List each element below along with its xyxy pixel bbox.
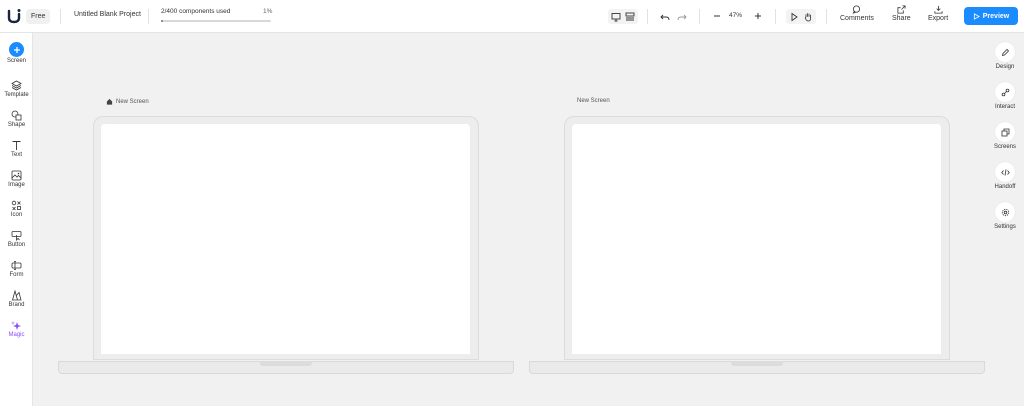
tool-button[interactable]: Button [0,230,33,248]
comment-icon [852,5,861,14]
laptop-notch-1 [260,361,312,366]
tool-label: Shape [7,122,26,128]
export-button[interactable]: Export [928,5,948,22]
right-panel: Design Interact Screens Handoff Settings [986,33,1024,406]
zoom-in-icon[interactable] [751,9,765,23]
image-icon [11,170,22,181]
screen-artboard-2[interactable] [572,124,941,354]
left-toolbar: Screen Template Shape Text Image Icon Bu… [0,33,33,406]
icon-grid-icon [11,200,21,211]
shapes-icon [11,110,22,121]
panel-design[interactable]: Design [986,42,1024,70]
screen-name: New Screen [116,98,149,105]
screens-icon [995,122,1015,142]
tool-screen[interactable]: Screen [0,42,33,64]
panel-label: Settings [994,224,1016,230]
screen-title-1[interactable]: New Screen [106,98,149,105]
zoom-level[interactable]: 47% [729,12,742,19]
sparkle-icon [11,321,21,330]
divider [699,9,700,24]
form-icon [11,261,22,270]
brand-icon [11,290,22,301]
tool-label: Template [4,92,29,98]
code-icon [995,162,1015,182]
download-icon [934,5,943,14]
home-icon [106,98,113,105]
desktop-view-icon[interactable] [609,10,623,24]
plus-icon [9,42,24,57]
play-icon [973,12,980,20]
share-icon [897,5,906,14]
tool-label: Button [7,242,26,248]
comments-button[interactable]: Comments [840,5,874,22]
panel-handoff[interactable]: Handoff [986,162,1024,190]
panel-label: Design [995,64,1015,70]
list-view-icon[interactable] [623,10,637,24]
undo-icon[interactable] [658,10,672,24]
tool-template[interactable]: Template [0,80,33,98]
components-usage-text: 2/400 components used [161,8,231,15]
divider [647,9,648,24]
screen-title-2[interactable]: New Screen [577,98,610,104]
tool-brand[interactable]: Brand [0,290,33,308]
divider [826,9,827,24]
preview-button[interactable]: Preview [964,7,1018,25]
comments-label: Comments [840,15,874,22]
divider [148,9,149,24]
tool-icon[interactable]: Icon [0,200,33,218]
export-label: Export [928,15,949,22]
hand-pan-icon[interactable] [801,10,815,24]
cursor-button-icon [11,231,22,241]
tool-label: Text [10,152,22,158]
tool-label: Brand [8,302,25,308]
app-logo[interactable] [7,8,21,24]
panel-label: Screens [993,144,1016,150]
link-nodes-icon [995,82,1015,102]
design-canvas[interactable]: New Screen New Screen [34,34,986,406]
tool-label: Image [8,182,25,188]
components-usage-bar [161,20,271,22]
layers-icon [11,80,22,91]
pencil-icon [995,42,1015,62]
view-toggle-group [608,9,638,24]
plan-badge[interactable]: Free [26,9,51,24]
redo-icon[interactable] [675,10,689,24]
tool-label: Screen [6,58,26,64]
divider [775,9,776,24]
panel-settings[interactable]: Settings [986,202,1024,230]
screen-name: New Screen [577,98,610,104]
laptop-notch-2 [731,361,783,366]
tool-text[interactable]: Text [0,140,33,158]
tool-form[interactable]: Form [0,260,33,278]
tool-magic[interactable]: Magic [0,320,33,338]
components-usage-fill [161,20,163,22]
share-button[interactable]: Share [892,5,911,22]
tool-shape[interactable]: Shape [0,110,33,128]
screen-artboard-1[interactable] [101,124,470,354]
divider [60,9,61,24]
tool-label: Form [9,272,24,278]
top-bar: Free Untitled Blank Project 2/400 compon… [0,0,1024,33]
tool-label: Magic [8,332,25,338]
panel-screens[interactable]: Screens [986,122,1024,150]
select-pointer-icon[interactable] [787,10,801,24]
components-usage-percent: 1% [263,8,273,15]
tool-label: Icon [10,212,23,218]
preview-label: Preview [982,12,1010,20]
text-icon [12,141,21,150]
panel-label: Interact [994,104,1015,110]
share-label: Share [892,15,911,22]
mode-toggle-group [786,9,816,24]
tool-image[interactable]: Image [0,170,33,188]
zoom-out-icon[interactable] [710,9,724,23]
project-name[interactable]: Untitled Blank Project [74,11,141,18]
panel-interact[interactable]: Interact [986,82,1024,110]
panel-label: Handoff [994,184,1016,190]
gear-icon [995,202,1015,222]
